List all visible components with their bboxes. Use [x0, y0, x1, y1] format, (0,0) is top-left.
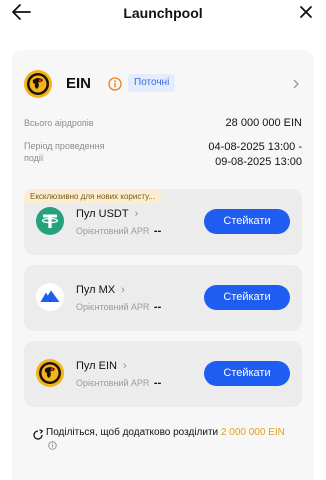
chevron-right-icon[interactable] — [292, 79, 300, 89]
period-label: Період проведення події — [24, 141, 105, 163]
stake-button-mx[interactable]: Стейкати — [204, 285, 290, 310]
token-name: EIN — [66, 75, 92, 92]
pool-name[interactable]: Пул MX › — [76, 284, 125, 296]
pool-apr: Орієнтовний APR -- — [76, 225, 162, 237]
total-airdrop-value: 28 000 000 EIN — [225, 117, 302, 129]
period-value: 04-08-2025 13:00 - 09-08-2025 13:00 — [208, 141, 302, 168]
chevron-right-icon: › — [134, 208, 139, 220]
project-header[interactable]: EIN Поточні — [24, 70, 302, 98]
ein-logo-icon — [36, 359, 64, 387]
launchpool-project-card: EIN Поточні Всього аірдропів 28 000 000 … — [12, 50, 314, 480]
close-icon[interactable] — [298, 4, 314, 20]
chevron-right-icon: › — [121, 284, 125, 296]
mx-logo-icon — [36, 283, 64, 311]
info-icon[interactable] — [48, 441, 57, 450]
share-text: Поділіться, щоб додатково розділити 2 00… — [46, 426, 288, 454]
pool-name[interactable]: Пул USDT › — [76, 208, 138, 220]
info-icon[interactable] — [108, 77, 122, 91]
pool-name[interactable]: Пул EIN › — [76, 360, 127, 372]
exclusive-new-users-tag: Ексклюзивно для нових користу... — [24, 189, 161, 204]
pool-card-ein: Пул EIN › Орієнтовний APR -- Стейкати — [24, 341, 302, 407]
stake-button-ein[interactable]: Стейкати — [204, 361, 290, 386]
chevron-right-icon: › — [122, 360, 127, 372]
top-bar: Launchpool — [0, 0, 326, 28]
usdt-logo-icon — [36, 207, 64, 235]
share-icon — [33, 429, 44, 440]
status-badge: Поточні — [128, 74, 176, 92]
total-airdrop-label: Всього аірдропів — [24, 118, 94, 128]
page-title: Launchpool — [123, 5, 203, 21]
stake-button-usdt[interactable]: Стейкати — [204, 209, 290, 234]
pool-apr: Орієнтовний APR -- — [76, 377, 162, 389]
pool-apr: Орієнтовний APR -- — [76, 301, 162, 313]
ein-logo-icon — [24, 70, 52, 98]
pool-card-mx: Пул MX › Орієнтовний APR -- Стейкати — [24, 265, 302, 331]
